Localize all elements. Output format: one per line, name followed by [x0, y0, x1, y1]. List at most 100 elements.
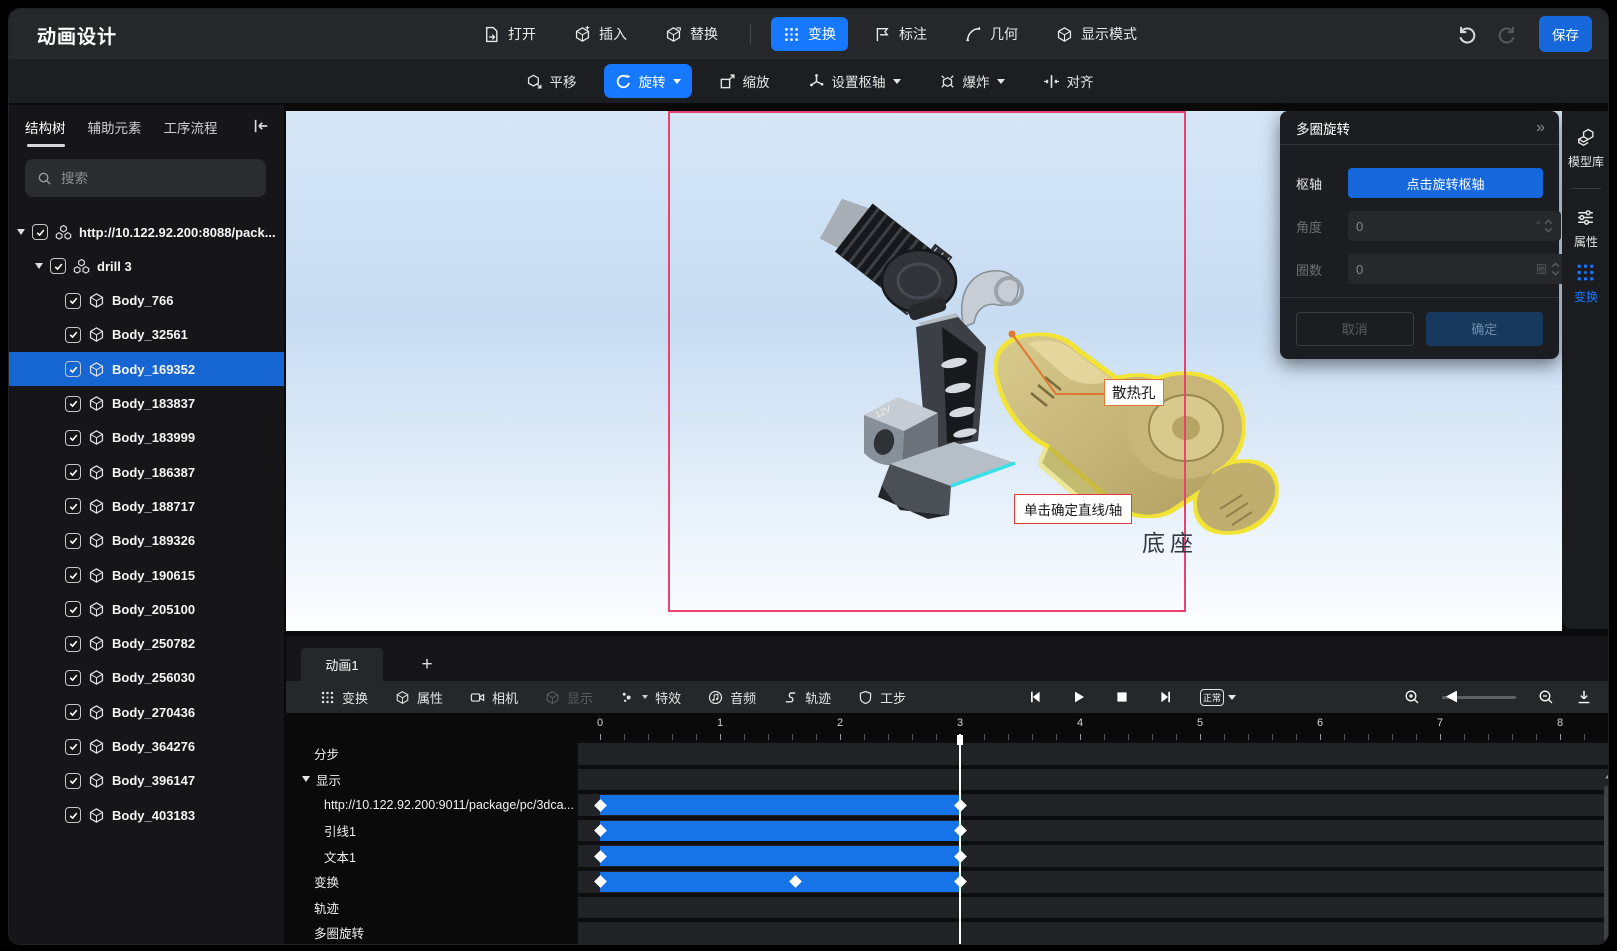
checkbox-checked[interactable] — [50, 258, 66, 274]
playback-speed-selector[interactable]: 正常 — [1200, 689, 1236, 706]
tree-caret-icon[interactable] — [35, 263, 43, 269]
tool-平移[interactable]: 平移 — [515, 64, 588, 98]
header-btn-插入[interactable]: 插入 — [562, 17, 639, 51]
cancel-button[interactable]: 取消 — [1296, 312, 1414, 346]
timeline-bar[interactable] — [600, 795, 960, 815]
timeline-track-row[interactable] — [578, 897, 1608, 919]
tree-item-Body_32561[interactable]: Body_32561 — [9, 318, 284, 352]
undo-icon[interactable] — [1455, 23, 1477, 45]
sidebar-tab-结构树[interactable]: 结构树 — [25, 117, 66, 147]
timeline-tool-轨迹[interactable]: 轨迹 — [783, 688, 831, 707]
stop-button[interactable] — [1114, 689, 1130, 705]
search-input[interactable] — [61, 171, 254, 186]
add-animation-button[interactable]: + — [412, 648, 442, 681]
row-caret-icon[interactable] — [302, 776, 310, 782]
tree-item-Body_183999[interactable]: Body_183999 — [9, 421, 284, 455]
tree-item-Body_766[interactable]: Body_766 — [9, 284, 284, 318]
checkbox-checked[interactable] — [65, 601, 81, 617]
checkbox-checked[interactable] — [65, 430, 81, 446]
checkbox-checked[interactable] — [65, 567, 81, 583]
checkbox-checked[interactable] — [65, 739, 81, 755]
vertical-scrollbar[interactable] — [1604, 786, 1609, 942]
checkbox-checked[interactable] — [65, 396, 81, 412]
timeline-track-row[interactable] — [578, 743, 1608, 765]
tree-item-Body_250782[interactable]: Body_250782 — [9, 627, 284, 661]
turns-value-field[interactable] — [1356, 262, 1532, 277]
timeline-tool-音频[interactable]: 音频 — [708, 688, 756, 707]
timeline-row-多圈旋转[interactable]: 多圈旋转 — [286, 920, 576, 945]
checkbox-checked[interactable] — [65, 670, 81, 686]
checkbox-checked[interactable] — [65, 704, 81, 720]
tool-爆炸[interactable]: 爆炸 — [928, 64, 1016, 98]
playhead-head[interactable] — [957, 735, 963, 745]
base-annotation-label[interactable]: 底座 — [1142, 524, 1198, 558]
tree-item-Body_189326[interactable]: Body_189326 — [9, 524, 284, 558]
timeline-bar[interactable] — [600, 846, 960, 866]
header-btn-几何[interactable]: 几何 — [953, 17, 1030, 51]
checkbox-checked[interactable] — [65, 464, 81, 480]
scrollbar-up-icon[interactable] — [1604, 772, 1609, 780]
checkbox-checked[interactable] — [65, 498, 81, 514]
magnify-plus-button[interactable] — [1404, 689, 1420, 705]
tree-item-Body_183837[interactable]: Body_183837 — [9, 387, 284, 421]
slider-handle[interactable] — [1446, 691, 1457, 703]
collapse-left-icon[interactable] — [252, 117, 270, 135]
checkbox-checked[interactable] — [65, 361, 81, 377]
tree-item-Body_403183[interactable]: Body_403183 — [9, 798, 284, 832]
confirm-button[interactable]: 确定 — [1426, 312, 1543, 346]
header-btn-标注[interactable]: 标注 — [862, 17, 939, 51]
checkbox-checked[interactable] — [32, 224, 48, 240]
save-button[interactable]: 保存 — [1539, 16, 1592, 52]
tree-item-Body_270436[interactable]: Body_270436 — [9, 695, 284, 729]
angle-input[interactable]: ° — [1348, 211, 1561, 241]
play-button[interactable] — [1071, 689, 1087, 705]
checkbox-checked[interactable] — [65, 533, 81, 549]
tree-item-Body_188717[interactable]: Body_188717 — [9, 489, 284, 523]
step-back-button[interactable] — [1028, 689, 1044, 705]
header-btn-显示模式[interactable]: 显示模式 — [1044, 17, 1149, 51]
tree-item-Body_205100[interactable]: Body_205100 — [9, 592, 284, 626]
tree-caret-icon[interactable] — [17, 229, 25, 235]
download-button[interactable] — [1576, 689, 1592, 705]
checkbox-checked[interactable] — [65, 807, 81, 823]
tool-设置枢轴[interactable]: 设置枢轴 — [797, 64, 912, 98]
chevrons-right-icon[interactable]: » — [1536, 119, 1543, 137]
tree-item-Body_190615[interactable]: Body_190615 — [9, 558, 284, 592]
checkbox-checked[interactable] — [65, 293, 81, 309]
turns-input[interactable]: 圈 — [1348, 254, 1568, 284]
timeline-bar[interactable] — [600, 872, 960, 892]
sidebar-tab-工序流程[interactable]: 工序流程 — [164, 117, 218, 147]
timeline-row-显示[interactable]: 显示 — [286, 767, 576, 793]
timeline-tool-属性[interactable]: 属性 — [395, 688, 443, 707]
timeline-row-变换[interactable]: 变换 — [286, 869, 576, 895]
heat-annotation-label[interactable]: 散热孔 — [1104, 379, 1164, 406]
timeline-bar[interactable] — [600, 821, 960, 841]
tree-item-http://10.122.92.200:8088/pack...[interactable]: http://10.122.92.200:8088/pack... — [9, 215, 284, 249]
timeline-zoom-slider[interactable] — [1442, 696, 1516, 699]
search-box[interactable] — [25, 159, 266, 197]
checkbox-checked[interactable] — [65, 327, 81, 343]
timeline-row-轨迹[interactable]: 轨迹 — [286, 895, 576, 921]
timeline-tool-特效[interactable]: 特效 — [620, 688, 681, 707]
step-forward-button[interactable] — [1157, 689, 1173, 705]
checkbox-checked[interactable] — [65, 636, 81, 652]
tool-旋转[interactable]: 旋转 — [604, 64, 692, 98]
header-btn-替换[interactable]: 替换 — [653, 17, 730, 51]
timeline-tool-相机[interactable]: 相机 — [470, 688, 518, 707]
tree-item-Body_364276[interactable]: Body_364276 — [9, 730, 284, 764]
timeline-track-row[interactable] — [578, 769, 1608, 791]
header-btn-变换[interactable]: 变换 — [771, 17, 848, 51]
rail-item-模型库[interactable]: 模型库 — [1568, 121, 1604, 176]
magnify-minus-button[interactable] — [1538, 689, 1554, 705]
tool-对齐[interactable]: 对齐 — [1032, 64, 1105, 98]
pivot-button[interactable]: 点击旋转枢轴 — [1348, 168, 1543, 198]
sidebar-tab-辅助元素[interactable]: 辅助元素 — [88, 117, 142, 147]
angle-value-field[interactable] — [1356, 219, 1532, 234]
checkbox-checked[interactable] — [65, 773, 81, 789]
header-btn-打开[interactable]: 打开 — [471, 17, 548, 51]
timeline-tool-工步[interactable]: 工步 — [858, 688, 906, 707]
playhead[interactable] — [959, 734, 961, 945]
tree-item-drill 3[interactable]: drill 3 — [9, 249, 284, 283]
rail-item-属性[interactable]: 属性 — [1574, 201, 1598, 256]
tree-item-Body_186387[interactable]: Body_186387 — [9, 455, 284, 489]
